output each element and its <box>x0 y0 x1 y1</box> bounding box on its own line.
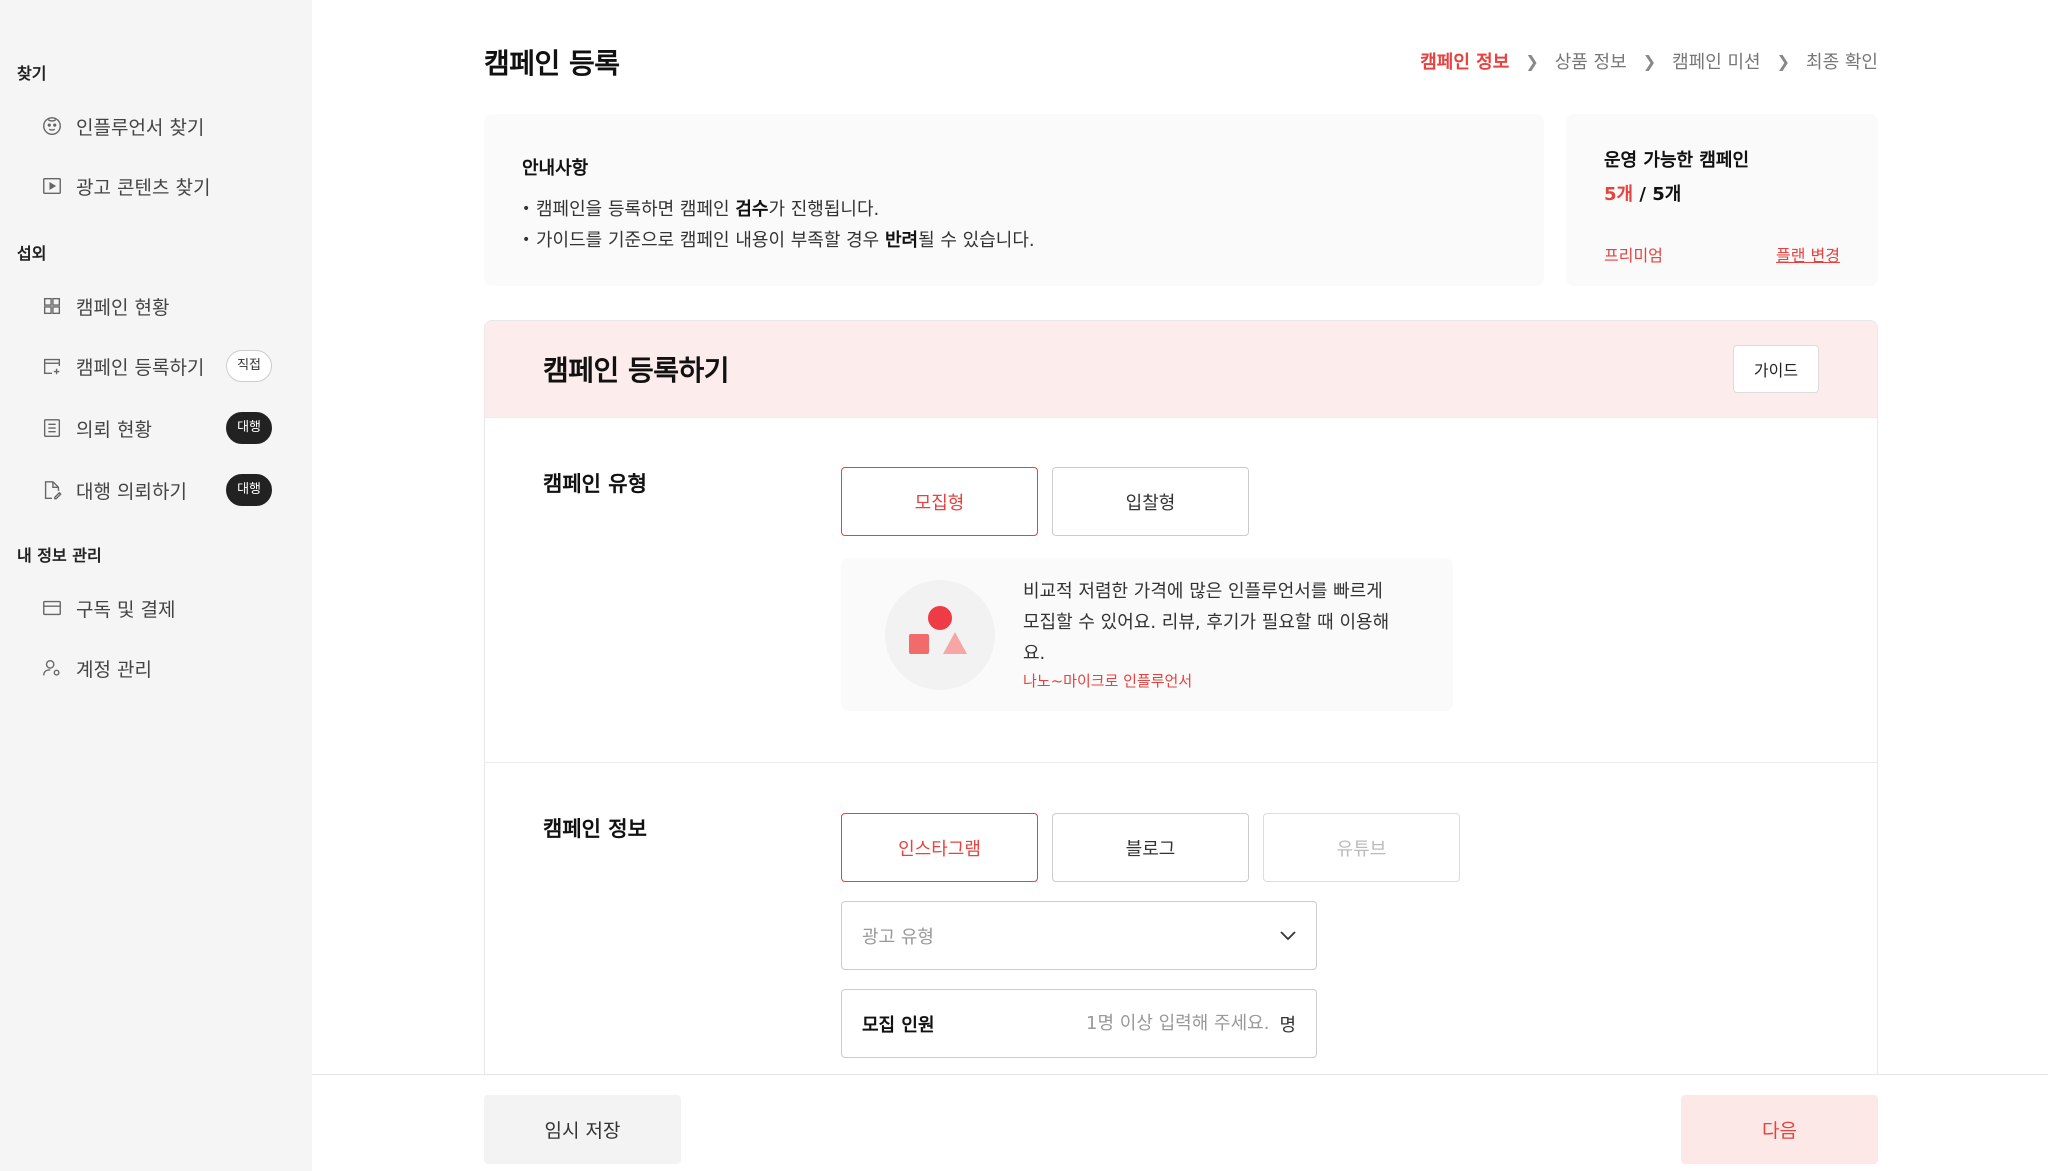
notice-line: 캠페인을 등록하면 캠페인 검수가 진행됩니다. <box>522 194 1506 225</box>
agency-badge: 대행 <box>226 412 272 444</box>
sidebar-section-title: 섭외 <box>17 244 47 263</box>
sidebar-section-title: 찾기 <box>17 64 47 83</box>
campaign-count: 5개 / 5개 <box>1604 184 1682 205</box>
type-option-bid[interactable]: 입찰형 <box>1052 467 1249 536</box>
sidebar-item-label: 의뢰 현황 <box>76 418 152 441</box>
sidebar-item-label: 대행 의뢰하기 <box>76 480 187 503</box>
sidebar-section-title: 내 정보 관리 <box>17 546 102 565</box>
platform-option-youtube[interactable]: 유튜브 <box>1263 813 1460 882</box>
step-campaign-mission: 캠페인 미션 <box>1672 52 1761 73</box>
notice-line: 가이드를 기준으로 캠페인 내용이 부족할 경우 반려될 수 있습니다. <box>522 225 1506 256</box>
notice-box: 안내사항 캠페인을 등록하면 캠페인 검수가 진행됩니다. 가이드를 기준으로 … <box>484 114 1544 286</box>
form-title: 캠페인 등록하기 <box>543 354 730 387</box>
footer-bar: 임시 저장 다음 <box>312 1074 2048 1171</box>
campaign-form-card: 캠페인 등록하기 가이드 캠페인 유형 모집형 입찰형 비교적 저렴한 가격에 … <box>484 320 1878 1080</box>
guide-button[interactable]: 가이드 <box>1733 345 1819 393</box>
sidebar-item-label: 인플루언서 찾기 <box>76 116 205 139</box>
type-description-line: 모집할 수 있어요. 리뷰, 후기가 필요할 때 이용해요. <box>1023 612 1390 664</box>
plan-tier: 프리미엄 <box>1604 246 1663 265</box>
sidebar-item-request-status[interactable]: 의뢰 현황 대행 <box>0 398 312 458</box>
chevron-down-icon <box>1280 925 1296 946</box>
campaign-info-section: 캠페인 정보 인스타그램 블로그 유튜브 광고 유형 모집 인원 명 <box>485 763 1877 1079</box>
recruit-count-label: 모집 인원 <box>862 1014 935 1036</box>
chevron-right-icon: ❯ <box>1776 51 1791 71</box>
type-description-box: 비교적 저렴한 가격에 많은 인플루언서를 빠르게 모집할 수 있어요. 리뷰,… <box>841 558 1453 711</box>
sidebar-item-subscription[interactable]: 구독 및 결제 <box>0 578 312 638</box>
direct-badge: 직접 <box>226 350 272 382</box>
page-title: 캠페인 등록 <box>484 47 620 80</box>
form-header: 캠페인 등록하기 가이드 <box>485 321 1877 418</box>
sidebar-section-find: 찾기 인플루언서 찾기 광고 콘텐츠 찾기 <box>0 60 312 216</box>
sidebar-item-account[interactable]: 계정 관리 <box>0 638 312 698</box>
type-option-recruit[interactable]: 모집형 <box>841 467 1038 536</box>
next-button[interactable]: 다음 <box>1681 1095 1878 1164</box>
type-target-label: 나노~마이크로 인플루언서 <box>1023 672 1193 690</box>
platform-option-blog[interactable]: 블로그 <box>1052 813 1249 882</box>
sidebar-item-find-ad-content[interactable]: 광고 콘텐츠 찾기 <box>0 156 312 216</box>
change-plan-link[interactable]: 플랜 변경 <box>1776 242 1840 266</box>
step-indicator: 캠페인 정보 ❯ 상품 정보 ❯ 캠페인 미션 ❯ 최종 확인 <box>1420 48 1878 74</box>
plan-box: 운영 가능한 캠페인 5개 / 5개 프리미엄 플랜 변경 <box>1566 114 1878 286</box>
influencer-icon <box>40 114 64 138</box>
step-final-confirm: 최종 확인 <box>1806 52 1878 73</box>
shapes-illustration-icon <box>885 579 995 690</box>
campaign-type-label: 캠페인 유형 <box>543 472 647 496</box>
recruit-count-field: 모집 인원 명 <box>841 989 1317 1058</box>
sidebar-item-label: 광고 콘텐츠 찾기 <box>76 176 211 199</box>
sidebar-item-label: 캠페인 현황 <box>76 296 170 319</box>
sidebar-item-agency-request[interactable]: 대행 의뢰하기 대행 <box>0 460 312 520</box>
recruit-count-input[interactable] <box>950 1013 1270 1034</box>
campaign-type-section: 캠페인 유형 모집형 입찰형 비교적 저렴한 가격에 많은 인플루언서를 빠르게… <box>485 418 1877 763</box>
step-product-info: 상품 정보 <box>1554 52 1627 73</box>
ad-type-placeholder: 광고 유형 <box>862 926 934 948</box>
campaign-info-label: 캠페인 정보 <box>543 817 647 841</box>
temp-save-button[interactable]: 임시 저장 <box>484 1095 681 1164</box>
agency-badge: 대행 <box>226 474 272 506</box>
sidebar-item-label: 캠페인 등록하기 <box>76 356 205 379</box>
chevron-right-icon: ❯ <box>1642 51 1657 71</box>
document-edit-icon <box>40 478 64 502</box>
step-campaign-info: 캠페인 정보 <box>1420 52 1510 73</box>
main-content: 캠페인 등록 캠페인 정보 ❯ 상품 정보 ❯ 캠페인 미션 ❯ 최종 확인 안… <box>312 0 2048 1171</box>
card-icon <box>40 596 64 620</box>
recruit-count-unit: 명 <box>1279 1014 1296 1036</box>
user-settings-icon <box>40 656 64 680</box>
sidebar-item-register-campaign[interactable]: 캠페인 등록하기 직접 <box>0 336 312 396</box>
sidebar-section-my-info: 내 정보 관리 구독 및 결제 계정 관리 <box>0 542 312 698</box>
chevron-right-icon: ❯ <box>1525 51 1539 71</box>
sidebar-section-outreach: 섭외 캠페인 현황 캠페인 등록하기 직접 의뢰 현황 대행 대행 의뢰하기 대… <box>0 240 312 520</box>
notice-title: 안내사항 <box>522 158 589 179</box>
platform-option-instagram[interactable]: 인스타그램 <box>841 813 1038 882</box>
type-description-line: 비교적 저렴한 가격에 많은 인플루언서를 빠르게 <box>1023 581 1383 602</box>
grid-icon <box>40 294 64 318</box>
ad-type-select[interactable]: 광고 유형 <box>841 901 1317 970</box>
plan-title: 운영 가능한 캠페인 <box>1604 150 1750 171</box>
list-icon <box>40 416 64 440</box>
sidebar: 찾기 인플루언서 찾기 광고 콘텐츠 찾기 섭외 캠페인 현황 캠페인 등록하기… <box>0 0 312 1171</box>
calendar-plus-icon <box>40 354 64 378</box>
sidebar-item-find-influencer[interactable]: 인플루언서 찾기 <box>0 96 312 156</box>
sidebar-item-label: 계정 관리 <box>76 658 152 681</box>
play-icon <box>40 174 64 198</box>
sidebar-item-campaign-status[interactable]: 캠페인 현황 <box>0 276 312 336</box>
sidebar-item-label: 구독 및 결제 <box>76 598 176 621</box>
